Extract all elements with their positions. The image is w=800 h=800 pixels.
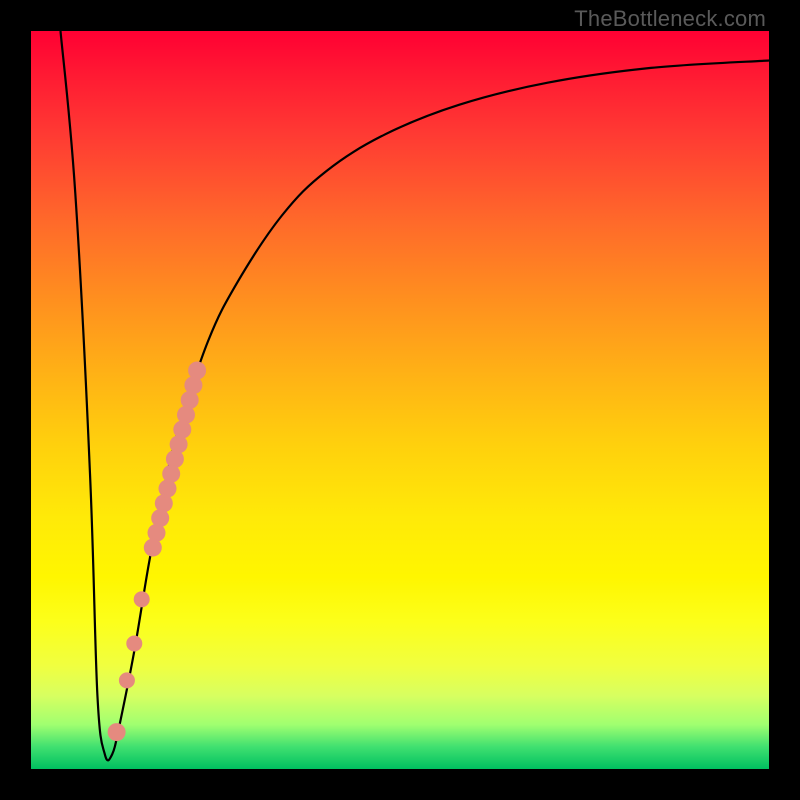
watermark-text: TheBottleneck.com xyxy=(574,6,766,32)
marker-dot-d xyxy=(108,723,126,741)
marker-group xyxy=(108,362,207,742)
marker-band-bot xyxy=(144,539,162,557)
bottleneck-curve xyxy=(61,31,770,760)
marker-dot-c xyxy=(119,672,135,688)
curve-path xyxy=(61,31,770,760)
chart-svg xyxy=(31,31,769,769)
plot-area xyxy=(31,31,769,769)
marker-dot-a xyxy=(134,591,150,607)
marker-dot-b xyxy=(126,636,142,652)
chart-frame: TheBottleneck.com xyxy=(0,0,800,800)
